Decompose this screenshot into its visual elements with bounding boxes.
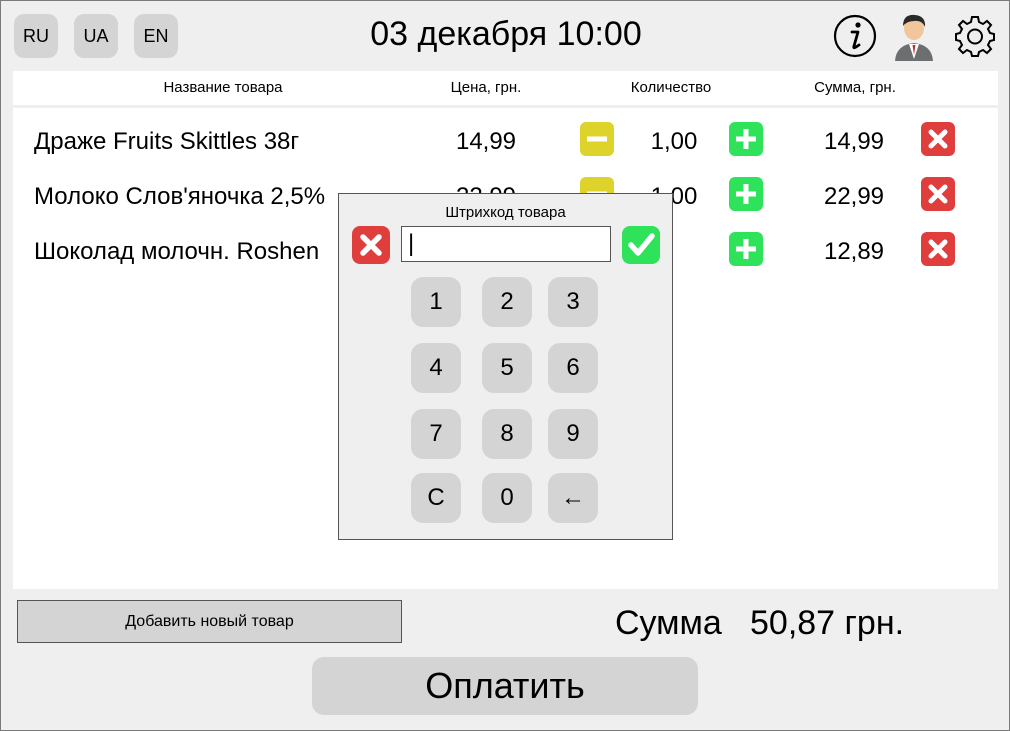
keypad-clear-key[interactable]: C bbox=[411, 473, 461, 523]
checkmark-icon bbox=[628, 233, 655, 256]
product-price: 14,99 bbox=[455, 128, 517, 155]
barcode-dialog: Штрихкод товара 1 2 3 4 5 6 7 8 9 C 0 ← bbox=[338, 193, 673, 540]
keypad-key-0[interactable]: 0 bbox=[482, 473, 532, 523]
close-icon bbox=[928, 239, 948, 259]
minus-icon bbox=[587, 136, 607, 142]
dialog-cancel-button[interactable] bbox=[352, 226, 390, 264]
product-name: Молоко Слов'яночка 2,5% bbox=[34, 183, 326, 210]
keypad-key-9[interactable]: 9 bbox=[548, 409, 598, 459]
keypad-key-5[interactable]: 5 bbox=[482, 343, 532, 393]
keypad-key-8[interactable]: 8 bbox=[482, 409, 532, 459]
remove-item-button[interactable] bbox=[921, 122, 955, 156]
table-row: Драже Fruits Skittles 38г 14,99 1,00 14,… bbox=[13, 122, 998, 162]
col-sum-header: Сумма, грн. bbox=[814, 79, 896, 96]
keypad-backspace-key[interactable]: ← bbox=[548, 473, 598, 523]
dialog-title: Штрихкод товара bbox=[445, 204, 566, 221]
increase-qty-button[interactable] bbox=[729, 232, 763, 266]
remove-item-button[interactable] bbox=[921, 232, 955, 266]
product-name: Драже Fruits Skittles 38г bbox=[34, 128, 300, 155]
product-sum: 14,99 bbox=[823, 128, 885, 155]
info-button[interactable] bbox=[831, 11, 879, 61]
product-name: Шоколад молочн. Roshen bbox=[34, 238, 320, 265]
plus-icon bbox=[736, 129, 756, 149]
remove-item-button[interactable] bbox=[921, 177, 955, 211]
product-sum: 12,89 bbox=[823, 238, 885, 265]
product-qty: 1,00 bbox=[650, 128, 698, 155]
close-icon bbox=[928, 129, 948, 149]
increase-qty-button[interactable] bbox=[729, 177, 763, 211]
barcode-input[interactable] bbox=[401, 226, 611, 262]
total-value: 50,87 грн. bbox=[750, 604, 905, 642]
user-button[interactable] bbox=[890, 11, 938, 61]
keypad-key-7[interactable]: 7 bbox=[411, 409, 461, 459]
plus-icon bbox=[736, 184, 756, 204]
col-name-header: Название товара bbox=[163, 79, 283, 96]
keypad-key-2[interactable]: 2 bbox=[482, 277, 532, 327]
keypad-key-1[interactable]: 1 bbox=[411, 277, 461, 327]
table-header: Название товара Цена, грн. Количество Су… bbox=[13, 71, 998, 108]
add-product-button[interactable]: Добавить новый товар bbox=[17, 600, 402, 643]
keypad-key-6[interactable]: 6 bbox=[548, 343, 598, 393]
keypad-key-3[interactable]: 3 bbox=[548, 277, 598, 327]
info-icon bbox=[833, 14, 877, 58]
settings-button[interactable] bbox=[951, 11, 999, 61]
user-avatar-icon bbox=[895, 14, 933, 61]
col-price-header: Цена, грн. bbox=[450, 79, 522, 96]
col-qty-header: Количество bbox=[630, 79, 712, 96]
dialog-confirm-button[interactable] bbox=[622, 226, 660, 264]
decrease-qty-button[interactable] bbox=[580, 122, 614, 156]
increase-qty-button[interactable] bbox=[729, 122, 763, 156]
keypad-key-4[interactable]: 4 bbox=[411, 343, 461, 393]
product-sum: 22,99 bbox=[823, 183, 885, 210]
plus-icon bbox=[736, 239, 756, 259]
close-icon bbox=[928, 184, 948, 204]
pay-button[interactable]: Оплатить bbox=[312, 657, 698, 715]
close-icon bbox=[360, 234, 382, 256]
total-label: Сумма bbox=[615, 604, 722, 642]
gear-icon bbox=[955, 16, 995, 57]
